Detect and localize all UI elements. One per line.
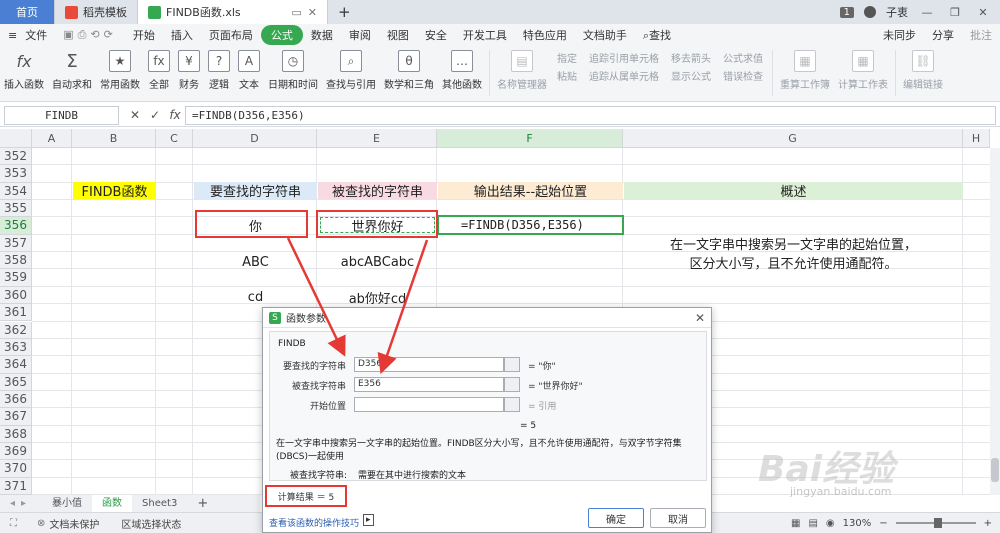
arrow-to-find-param — [286, 237, 346, 357]
arrow-to-within-param — [377, 239, 429, 375]
annotation-arrows — [286, 237, 429, 375]
